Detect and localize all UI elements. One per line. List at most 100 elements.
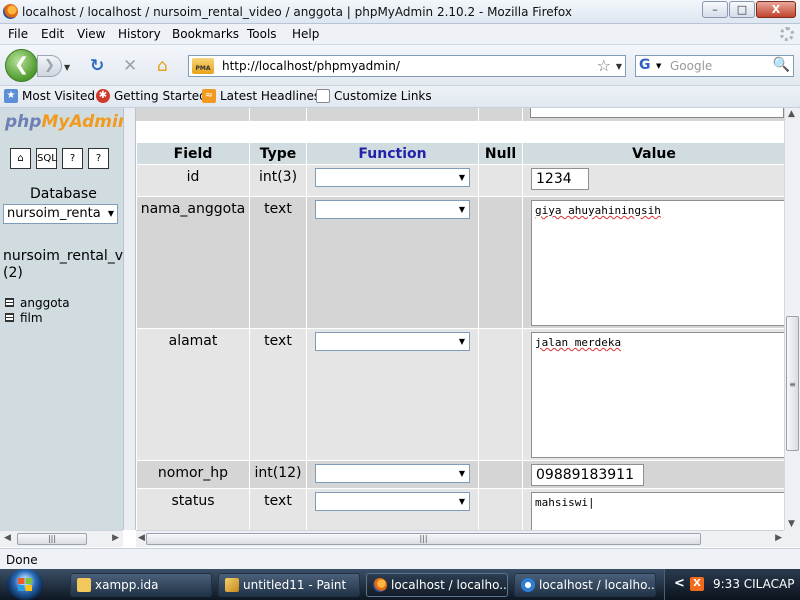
frame-splitter[interactable] xyxy=(123,108,136,530)
url-bar[interactable]: PMA http://localhost/phpmyadmin/ ☆ ▼ xyxy=(188,55,626,77)
column-header-function[interactable]: Function xyxy=(307,143,478,164)
xampp-tray-icon[interactable]: X xyxy=(690,577,704,591)
taskbar-item-paint[interactable]: untitled11 - Paint xyxy=(218,573,360,597)
history-dropdown-icon[interactable]: ▼ xyxy=(64,63,70,72)
scroll-right-icon[interactable]: ▶ xyxy=(112,533,119,543)
search-icon[interactable]: 🔍 xyxy=(773,57,790,73)
reload-icon[interactable]: ↻ xyxy=(90,58,104,75)
null-cell xyxy=(479,165,522,196)
maximize-button[interactable]: □ xyxy=(729,1,755,18)
scroll-up-icon[interactable]: ▲ xyxy=(788,109,795,119)
value-text: mahsiswi xyxy=(535,496,588,509)
chevron-down-icon: ▼ xyxy=(458,337,465,346)
scroll-left-icon[interactable]: ◀ xyxy=(138,533,145,543)
chevron-down-icon: ▼ xyxy=(458,497,465,506)
previous-row-band xyxy=(136,108,784,121)
main-horizontal-scrollbar[interactable]: ◀ ||| ▶ xyxy=(136,530,784,547)
close-button[interactable]: X xyxy=(756,1,796,18)
getting-started-icon: ✱ xyxy=(96,89,110,103)
search-engine-dropdown-icon[interactable]: ▼ xyxy=(656,62,661,70)
url-dropdown-icon[interactable]: ▼ xyxy=(616,62,622,71)
forward-button[interactable]: ❯ xyxy=(37,55,62,77)
menu-edit[interactable]: Edit xyxy=(41,27,64,41)
pma-favicon-icon: PMA xyxy=(192,58,214,74)
function-select[interactable]: ▼ xyxy=(315,168,470,187)
system-tray: < X 9:33 CILACAP xyxy=(664,569,800,600)
value-textarea-status[interactable]: mahsiswi| xyxy=(531,492,784,530)
taskbar-item-xampp[interactable]: xampp.ida xyxy=(70,573,212,597)
database-label: Database xyxy=(30,186,97,202)
table-row: nomor_hp int(12) ▼ 09889183911 xyxy=(137,461,784,488)
pma-docs-icon[interactable]: ? xyxy=(62,148,83,169)
value-textarea-alamat[interactable]: jalan merdeka xyxy=(531,332,784,458)
taskbar-item-label: xampp.ida xyxy=(95,578,159,592)
field-name: status xyxy=(137,489,249,530)
home-icon[interactable]: ⌂ xyxy=(10,148,31,169)
window-controls: – □ X xyxy=(702,1,796,18)
database-name-link[interactable]: nursoim_rental_vid xyxy=(3,248,123,264)
search-placeholder: Google xyxy=(670,59,713,73)
field-type: text xyxy=(250,489,306,530)
scrollbar-thumb[interactable]: ≡ xyxy=(786,316,799,451)
value-textarea-nama-anggota[interactable]: giya ahuyahiningsih xyxy=(531,200,784,326)
search-box[interactable]: G ▼ Google 🔍 xyxy=(635,55,794,77)
taskbar-item-firefox[interactable]: localhost / localho... xyxy=(366,573,508,597)
home-icon[interactable]: ⌂ xyxy=(157,58,168,75)
function-select[interactable]: ▼ xyxy=(315,492,470,511)
back-button[interactable]: ❮ xyxy=(5,49,38,82)
taskbar-item-ie[interactable]: localhost / localho... xyxy=(514,573,656,597)
minimize-button[interactable]: – xyxy=(702,1,728,18)
url-text[interactable]: http://localhost/phpmyadmin/ xyxy=(222,59,400,73)
value-input-id[interactable]: 1234 xyxy=(531,168,589,190)
scroll-left-icon[interactable]: ◀ xyxy=(4,533,11,543)
previous-value-field[interactable] xyxy=(530,108,784,118)
value-input-nomor-hp[interactable]: 09889183911 xyxy=(531,464,644,486)
menu-history[interactable]: History xyxy=(118,27,161,41)
database-select[interactable]: nursoim_renta ▼ xyxy=(3,204,118,224)
table-icon[interactable] xyxy=(5,313,14,322)
null-cell xyxy=(479,329,522,460)
menu-file[interactable]: File xyxy=(8,27,28,41)
function-select[interactable]: ▼ xyxy=(315,332,470,351)
scroll-right-icon[interactable]: ▶ xyxy=(775,533,782,543)
main-vertical-scrollbar[interactable]: ▲ ≡ ▼ xyxy=(784,108,800,530)
function-select[interactable]: ▼ xyxy=(315,200,470,219)
google-icon[interactable]: G xyxy=(639,57,655,75)
mysql-docs-icon[interactable]: ? xyxy=(88,148,109,169)
field-type: text xyxy=(250,329,306,460)
bookmark-latest-headlines[interactable]: ≈ Latest Headlines xyxy=(202,89,320,103)
menu-bar: File Edit View History Bookmarks Tools H… xyxy=(0,24,800,45)
left-frame-horizontal-scrollbar[interactable]: ◀ ||| ▶ xyxy=(0,530,123,547)
function-select[interactable]: ▼ xyxy=(315,464,470,483)
stop-icon[interactable]: ✕ xyxy=(123,58,137,75)
table-item-film[interactable]: film xyxy=(5,310,70,325)
table-item-label[interactable]: film xyxy=(20,311,43,325)
scroll-down-icon[interactable]: ▼ xyxy=(788,519,795,529)
windows-logo-icon xyxy=(18,578,32,591)
back-arrow-icon: ❮ xyxy=(13,54,30,75)
scrollbar-thumb[interactable]: ||| xyxy=(146,533,701,545)
bookmark-most-visited[interactable]: ★ Most Visited xyxy=(4,89,95,103)
scrollbar-thumb[interactable]: ||| xyxy=(17,533,87,545)
menu-bookmarks[interactable]: Bookmarks xyxy=(172,27,239,41)
bookmark-customize-links[interactable]: Customize Links xyxy=(316,89,432,103)
insert-row-table: Field Type Function Null Value id int(3)… xyxy=(136,142,784,530)
table-item-label[interactable]: anggota xyxy=(20,296,70,310)
bookmark-star-icon[interactable]: ☆ xyxy=(597,56,611,75)
logo-php-text: php xyxy=(5,112,42,132)
table-item-anggota[interactable]: anggota xyxy=(5,295,70,310)
phpmyadmin-logo[interactable]: phpMyAdmin xyxy=(5,112,123,132)
start-button[interactable] xyxy=(7,569,43,600)
bookmark-label: Getting Started xyxy=(114,89,207,103)
menu-tools[interactable]: Tools xyxy=(247,27,277,41)
tray-expand-icon[interactable]: < xyxy=(674,576,685,591)
clock[interactable]: 9:33 CILACAP xyxy=(713,577,794,591)
table-icon[interactable] xyxy=(5,298,14,307)
paint-icon xyxy=(225,578,239,592)
sql-query-icon[interactable]: SQL xyxy=(36,148,57,169)
menu-view[interactable]: View xyxy=(77,27,105,41)
bookmark-getting-started[interactable]: ✱ Getting Started xyxy=(96,89,207,103)
null-cell xyxy=(479,197,522,328)
column-header-null: Null xyxy=(479,143,522,164)
menu-help[interactable]: Help xyxy=(292,27,319,41)
